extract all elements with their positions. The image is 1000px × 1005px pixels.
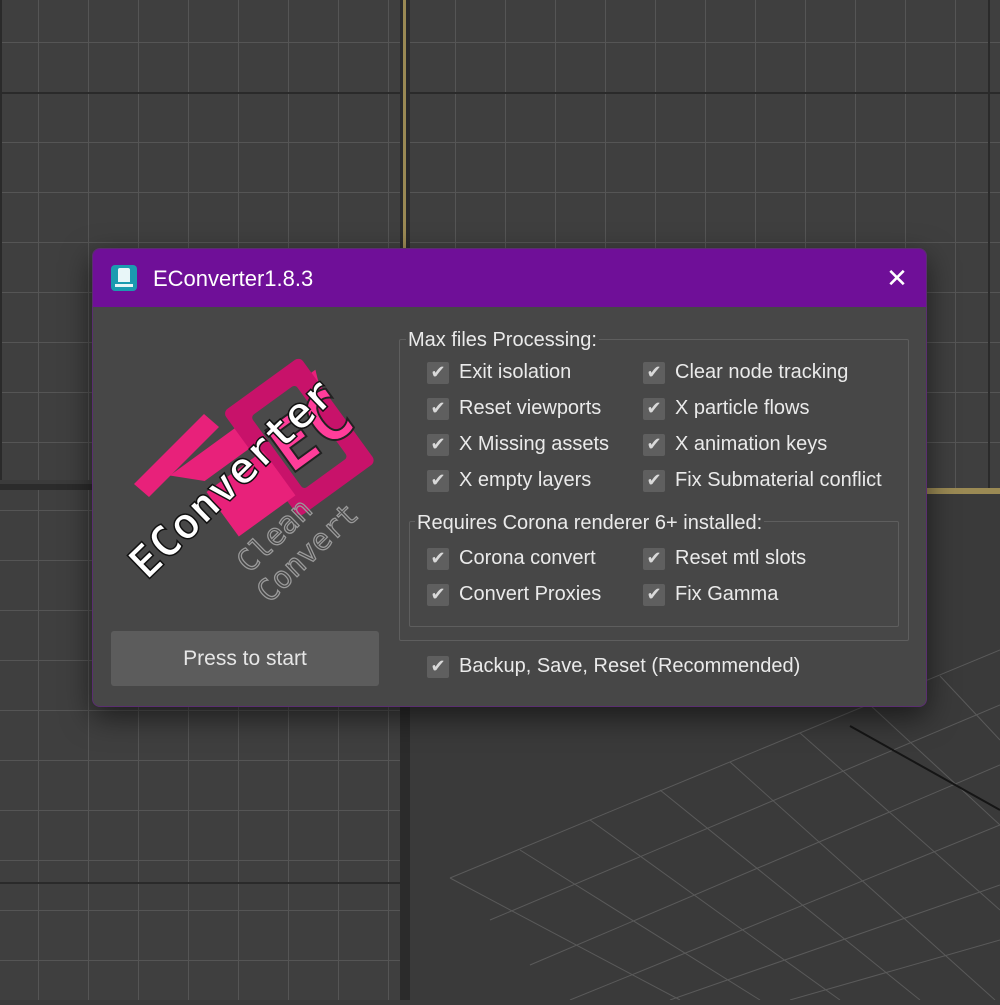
check-icon: ✔ [427,655,449,678]
checkbox-particle-flows[interactable]: ✔ X particle flows [643,397,810,420]
close-button[interactable]: ✕ [880,261,914,295]
checkbox-label: Backup, Save, Reset (Recommended) [459,655,801,677]
check-icon: ✔ [643,547,665,570]
window-title: EConverter1.8.3 [153,266,314,291]
checkbox-fix-submaterial-conflict[interactable]: ✔ Fix Submaterial conflict [643,469,882,492]
check-icon: ✔ [643,397,665,420]
checkbox-label: Reset viewports [459,397,602,419]
max-files-group-title: Max files Processing: [406,329,599,352]
checkbox-label: Fix Submaterial conflict [675,469,882,491]
corona-group-title: Requires Corona renderer 6+ installed: [415,512,765,535]
checkbox-label: Clear node tracking [675,361,849,383]
check-icon: ✔ [643,433,665,456]
checkbox-label: X particle flows [675,397,810,419]
checkbox-backup-save-reset[interactable]: ✔ Backup, Save, Reset (Recommended) [427,655,800,678]
checkbox-fix-gamma[interactable]: ✔ Fix Gamma [643,583,778,606]
check-icon: ✔ [643,583,665,606]
check-icon: ✔ [643,361,665,384]
checkbox-label: Corona convert [459,547,596,569]
checkbox-label: Convert Proxies [459,583,602,605]
checkbox-convert-proxies[interactable]: ✔ Convert Proxies [427,583,601,606]
checkbox-corona-convert[interactable]: ✔ Corona convert [427,547,596,570]
app-icon [111,265,137,291]
check-icon: ✔ [427,433,449,456]
checkbox-reset-mtl-slots[interactable]: ✔ Reset mtl slots [643,547,806,570]
check-icon: ✔ [427,547,449,570]
econverter-dialog: EConverter1.8.3 ✕ EC EConverter Clean Co… [92,248,927,707]
econverter-logo: EC EConverter Clean Convert [118,358,374,610]
checkbox-reset-viewports[interactable]: ✔ Reset viewports [427,397,601,420]
check-icon: ✔ [427,583,449,606]
check-icon: ✔ [427,361,449,384]
check-icon: ✔ [427,397,449,420]
checkbox-exit-isolation[interactable]: ✔ Exit isolation [427,361,571,384]
checkbox-label: Fix Gamma [675,583,779,605]
title-bar[interactable]: EConverter1.8.3 ✕ [93,249,926,307]
check-icon: ✔ [427,469,449,492]
checkbox-label: X animation keys [675,433,828,455]
check-icon: ✔ [643,469,665,492]
checkbox-empty-layers[interactable]: ✔ X empty layers [427,469,591,492]
checkbox-label: Reset mtl slots [675,547,807,569]
checkbox-animation-keys[interactable]: ✔ X animation keys [643,433,827,456]
checkbox-clear-node-tracking[interactable]: ✔ Clear node tracking [643,361,848,384]
press-to-start-button[interactable]: Press to start [111,631,379,686]
corona-group [409,521,899,627]
checkbox-missing-assets[interactable]: ✔ X Missing assets [427,433,609,456]
checkbox-label: X Missing assets [459,433,610,455]
checkbox-label: Exit isolation [459,361,572,383]
checkbox-label: X empty layers [459,469,592,491]
